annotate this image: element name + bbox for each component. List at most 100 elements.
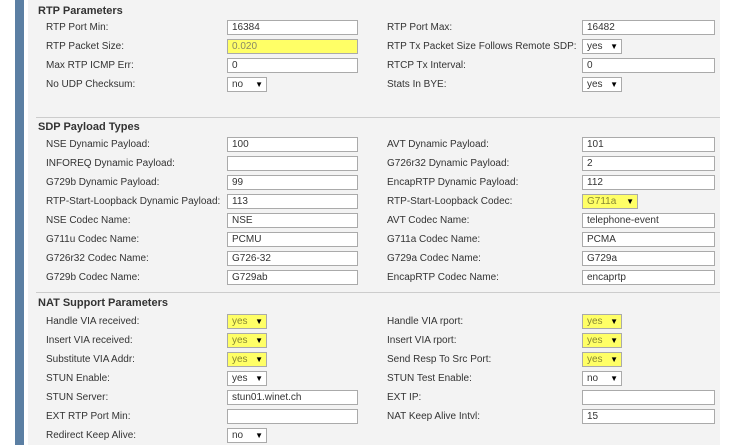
- chevron-down-icon: ▼: [255, 355, 263, 364]
- rtp-start-loopback-dynamic-payload-label: RTP-Start-Loopback Dynamic Payload:: [46, 196, 221, 207]
- ext-rtp-port-min-input[interactable]: [227, 409, 358, 424]
- ext-rtp-port-min-label: EXT RTP Port Min:: [46, 411, 131, 422]
- rtcp-tx-interval-label: RTCP Tx Interval:: [387, 60, 466, 71]
- g729b-dynamic-payload-input[interactable]: [227, 175, 358, 190]
- rtp-packet-size-label: RTP Packet Size:: [46, 41, 124, 52]
- max-rtp-icmp-err-input[interactable]: [227, 58, 358, 73]
- chevron-down-icon: ▼: [255, 336, 263, 345]
- row-sdp-inforeq: INFOREQ Dynamic Payload: G726r32 Dynamic…: [0, 156, 733, 173]
- encaprtp-codec-name-label: EncapRTP Codec Name:: [387, 272, 499, 283]
- nse-dynamic-payload-input[interactable]: [227, 137, 358, 152]
- handle-via-received-select[interactable]: yes ▼: [227, 314, 267, 329]
- select-value: no: [232, 79, 244, 90]
- substitute-via-addr-select[interactable]: yes ▼: [227, 352, 267, 367]
- g711a-codec-name-label: G711a Codec Name:: [387, 234, 481, 245]
- select-value: yes: [587, 316, 603, 327]
- chevron-down-icon: ▼: [255, 374, 263, 383]
- avt-dynamic-payload-input[interactable]: [582, 137, 715, 152]
- handle-via-received-label: Handle VIA received:: [46, 316, 140, 327]
- chevron-down-icon: ▼: [610, 355, 618, 364]
- nat-keep-alive-intvl-label: NAT Keep Alive Intvl:: [387, 411, 481, 422]
- select-value: yes: [232, 354, 248, 365]
- stun-enable-label: STUN Enable:: [46, 373, 110, 384]
- insert-via-received-select[interactable]: yes ▼: [227, 333, 267, 348]
- section-title-rtp: RTP Parameters: [38, 5, 123, 17]
- row-nat-insert-via: Insert VIA received: yes ▼ Insert VIA rpo…: [0, 333, 733, 350]
- avt-codec-name-label: AVT Codec Name:: [387, 215, 470, 226]
- inforeq-dynamic-payload-input[interactable]: [227, 156, 358, 171]
- rtp-start-loopback-codec-select[interactable]: G711a ▼: [582, 194, 638, 209]
- section-title-nat: NAT Support Parameters: [38, 297, 168, 309]
- stun-test-enable-select[interactable]: no ▼: [582, 371, 622, 386]
- nat-keep-alive-intvl-input[interactable]: [582, 409, 715, 424]
- select-value: no: [587, 373, 599, 384]
- rtcp-tx-interval-input[interactable]: [582, 58, 715, 73]
- rtp-tx-follows-sdp-label: RTP Tx Packet Size Follows Remote SDP:: [387, 41, 577, 52]
- chevron-down-icon: ▼: [610, 374, 618, 383]
- row-sdp-g711: G711u Codec Name: G711a Codec Name:: [0, 232, 733, 249]
- nse-codec-name-label: NSE Codec Name:: [46, 215, 131, 226]
- select-value: yes: [232, 335, 248, 346]
- select-value: G711a: [587, 196, 617, 207]
- g729b-codec-name-input[interactable]: [227, 270, 358, 285]
- g726r32-codec-name-input[interactable]: [227, 251, 358, 266]
- select-value: no: [232, 430, 244, 441]
- g729a-codec-name-input[interactable]: [582, 251, 715, 266]
- g729b-codec-name-label: G729b Codec Name:: [46, 272, 140, 283]
- rtp-tx-follows-sdp-select[interactable]: yes ▼: [582, 39, 622, 54]
- send-resp-to-src-port-select[interactable]: yes ▼: [582, 352, 622, 367]
- chevron-down-icon: ▼: [255, 317, 263, 326]
- chevron-down-icon: ▼: [626, 197, 634, 206]
- no-udp-checksum-select[interactable]: no ▼: [227, 77, 267, 92]
- g726r32-codec-name-label: G726r32 Codec Name:: [46, 253, 149, 264]
- insert-via-received-label: Insert VIA received:: [46, 335, 133, 346]
- rtp-packet-size-input[interactable]: [227, 39, 358, 54]
- select-value: yes: [232, 316, 248, 327]
- avt-codec-name-input[interactable]: [582, 213, 715, 228]
- rtp-port-min-input[interactable]: [227, 20, 358, 35]
- section-divider: [36, 117, 720, 118]
- row-rtp-port: RTP Port Min: RTP Port Max:: [0, 20, 733, 37]
- row-rtp-checksum: No UDP Checksum: no ▼ Stats In BYE: yes ▼: [0, 77, 733, 94]
- insert-via-rport-select[interactable]: yes ▼: [582, 333, 622, 348]
- row-rtp-packet: RTP Packet Size: RTP Tx Packet Size Foll…: [0, 39, 733, 56]
- row-nat-ext-rtp: EXT RTP Port Min: NAT Keep Alive Intvl:: [0, 409, 733, 426]
- rtp-start-loopback-dynamic-payload-input[interactable]: [227, 194, 358, 209]
- rtp-start-loopback-codec-label: RTP-Start-Loopback Codec:: [387, 196, 513, 207]
- g711u-codec-name-input[interactable]: [227, 232, 358, 247]
- rtp-port-max-label: RTP Port Max:: [387, 22, 453, 33]
- select-value: yes: [587, 335, 603, 346]
- encaprtp-dynamic-payload-label: EncapRTP Dynamic Payload:: [387, 177, 519, 188]
- redirect-keep-alive-select[interactable]: no ▼: [227, 428, 267, 443]
- select-value: yes: [232, 373, 248, 384]
- row-sdp-g729b-encap: G729b Codec Name: EncapRTP Codec Name:: [0, 270, 733, 287]
- encaprtp-codec-name-input[interactable]: [582, 270, 715, 285]
- g729b-dynamic-payload-label: G729b Dynamic Payload:: [46, 177, 160, 188]
- row-sdp-g726-g729a: G726r32 Codec Name: G729a Codec Name:: [0, 251, 733, 268]
- ext-ip-input[interactable]: [582, 390, 715, 405]
- send-resp-to-src-port-label: Send Resp To Src Port:: [387, 354, 492, 365]
- g726r32-dynamic-payload-label: G726r32 Dynamic Payload:: [387, 158, 510, 169]
- ext-ip-label: EXT IP:: [387, 392, 422, 403]
- section-title-sdp: SDP Payload Types: [38, 121, 140, 133]
- no-udp-checksum-label: No UDP Checksum:: [46, 79, 136, 90]
- stats-in-bye-select[interactable]: yes ▼: [582, 77, 622, 92]
- stun-enable-select[interactable]: yes ▼: [227, 371, 267, 386]
- rtp-port-max-input[interactable]: [582, 20, 715, 35]
- select-value: yes: [587, 354, 603, 365]
- row-nat-redirect: Redirect Keep Alive: no ▼: [0, 428, 733, 445]
- inforeq-dynamic-payload-label: INFOREQ Dynamic Payload:: [46, 158, 175, 169]
- stun-server-input[interactable]: [227, 390, 358, 405]
- select-value: yes: [587, 79, 603, 90]
- g726r32-dynamic-payload-input[interactable]: [582, 156, 715, 171]
- encaprtp-dynamic-payload-input[interactable]: [582, 175, 715, 190]
- row-sdp-nse-avt: NSE Dynamic Payload: AVT Dynamic Payload…: [0, 137, 733, 154]
- g711a-codec-name-input[interactable]: [582, 232, 715, 247]
- chevron-down-icon: ▼: [255, 80, 263, 89]
- nse-codec-name-input[interactable]: [227, 213, 358, 228]
- row-sdp-g729b: G729b Dynamic Payload: EncapRTP Dynamic …: [0, 175, 733, 192]
- chevron-down-icon: ▼: [610, 317, 618, 326]
- stats-in-bye-label: Stats In BYE:: [387, 79, 447, 90]
- handle-via-rport-select[interactable]: yes ▼: [582, 314, 622, 329]
- chevron-down-icon: ▼: [255, 431, 263, 440]
